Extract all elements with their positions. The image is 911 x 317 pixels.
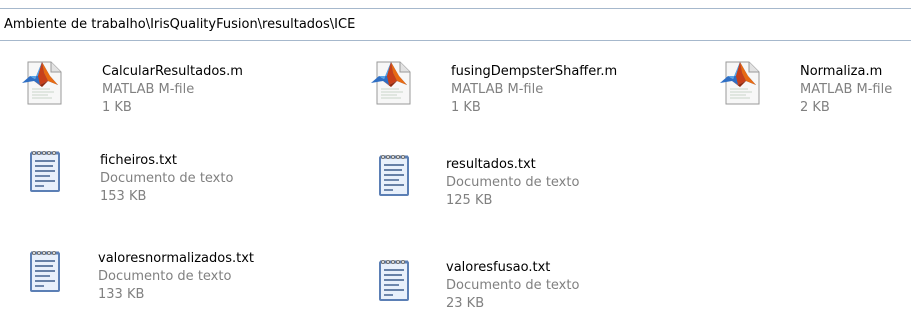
file-type: Documento de texto <box>446 175 580 190</box>
file-item[interactable]: valoresfusao.txt Documento de texto 23 K… <box>369 251 669 311</box>
top-divider <box>0 8 911 9</box>
file-type: Documento de texto <box>100 171 234 186</box>
file-name: valoresfusao.txt <box>446 260 551 275</box>
text-file-icon <box>369 257 417 305</box>
path-bar: Ambiente de trabalho\IrisQualityFusion\r… <box>0 10 911 41</box>
file-size: 23 KB <box>446 296 485 311</box>
file-size: 133 KB <box>98 287 145 302</box>
text-file-icon <box>20 248 68 296</box>
text-file-icon <box>20 148 68 196</box>
file-item[interactable]: fusingDempsterShaffer.m MATLAB M-file 1 … <box>369 57 669 117</box>
matlab-file-icon <box>718 59 766 107</box>
file-item[interactable]: Normaliza.m MATLAB M-file 2 KB <box>718 57 911 117</box>
file-size: 1 KB <box>451 100 481 115</box>
file-size: 1 KB <box>102 100 132 115</box>
file-item[interactable]: ficheiros.txt Documento de texto 153 KB <box>20 148 320 208</box>
file-item[interactable]: valoresnormalizados.txt Documento de tex… <box>20 246 320 306</box>
file-type: MATLAB M-file <box>102 82 195 97</box>
file-type: MATLAB M-file <box>800 82 893 97</box>
file-type: Documento de texto <box>446 278 580 293</box>
file-item[interactable]: CalcularResultados.m MATLAB M-file 1 KB <box>20 57 320 117</box>
file-name: resultados.txt <box>446 157 536 172</box>
file-size: 153 KB <box>100 189 147 204</box>
matlab-file-icon <box>369 59 417 107</box>
file-item[interactable]: resultados.txt Documento de texto 125 KB <box>369 150 669 210</box>
file-name: CalcularResultados.m <box>102 64 243 79</box>
file-name: Normaliza.m <box>800 64 883 79</box>
file-type: MATLAB M-file <box>451 82 544 97</box>
folder-path: Ambiente de trabalho\IrisQualityFusion\r… <box>4 17 356 32</box>
file-name: ficheiros.txt <box>100 153 177 168</box>
file-size: 125 KB <box>446 193 493 208</box>
text-file-icon <box>369 152 417 200</box>
file-size: 2 KB <box>800 100 830 115</box>
matlab-file-icon <box>20 59 68 107</box>
file-type: Documento de texto <box>98 269 232 284</box>
path-divider <box>0 40 911 41</box>
file-name: valoresnormalizados.txt <box>98 251 255 266</box>
file-name: fusingDempsterShaffer.m <box>451 64 618 79</box>
